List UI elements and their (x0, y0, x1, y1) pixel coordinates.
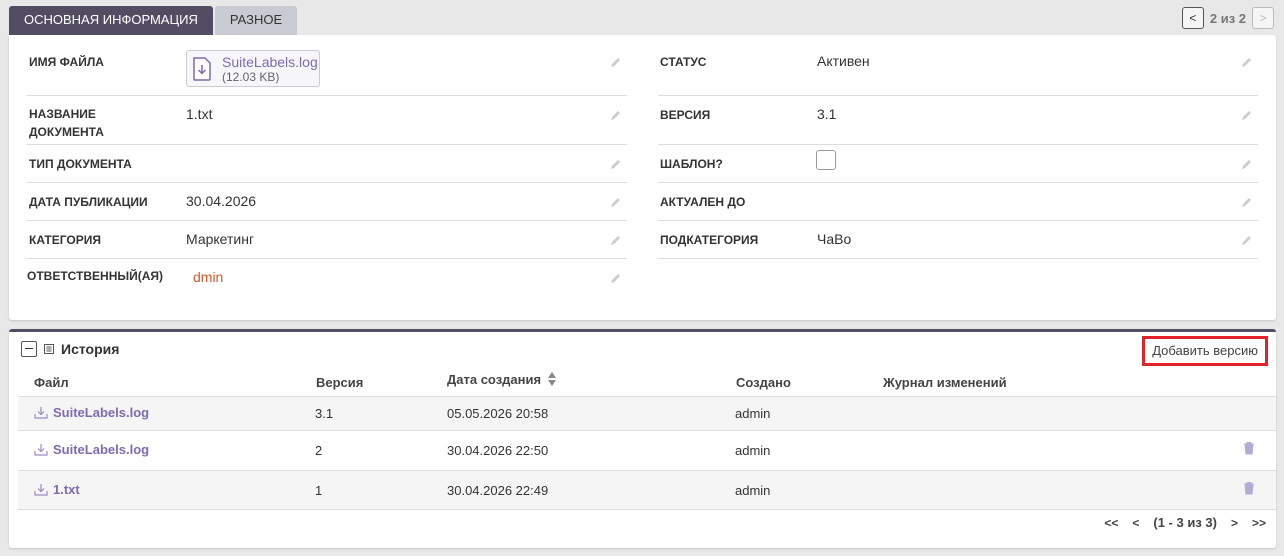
field-template: ШАБЛОН? (658, 144, 1258, 183)
page-range: (1 - 3 из 3) (1153, 515, 1217, 530)
version-cell: 2 (315, 443, 323, 458)
created-by-cell: admin (735, 406, 771, 421)
file-name-link[interactable]: SuiteLabels.log (222, 54, 318, 70)
field-version: ВЕРСИЯ 3.1 (658, 95, 1258, 145)
field-publication-date: ДАТА ПУБЛИКАЦИИ 30.04.2026 (27, 182, 627, 221)
document-icon (44, 344, 54, 354)
pencil-icon[interactable] (610, 57, 621, 68)
history-title: История (61, 341, 120, 357)
tab-misc[interactable]: РАЗНОЕ (214, 6, 298, 35)
file-link[interactable]: SuiteLabels.log (34, 405, 149, 420)
file-name: 1.txt (53, 482, 80, 497)
field-expiration-date: АКТУАЛЕН ДО (658, 182, 1258, 221)
field-value: ЧаВо (817, 231, 852, 247)
date-cell: 30.04.2026 22:49 (447, 483, 549, 498)
field-label: ШАБЛОН? (660, 157, 723, 171)
field-category: КАТЕГОРИЯ Маркетинг (27, 220, 627, 259)
pencil-icon[interactable] (610, 273, 621, 284)
field-label: ТИП ДОКУМЕНТА (29, 157, 132, 171)
pencil-icon[interactable] (1241, 159, 1252, 170)
record-count: 2 из 2 (1209, 10, 1246, 26)
last-page-button[interactable]: >> (1252, 516, 1266, 530)
field-value: 30.04.2026 (186, 193, 257, 209)
detail-panel: ИМЯ ФАЙЛА SuiteLabels.log (12.03 KB) НАЗ… (9, 35, 1276, 320)
column-header-created-by[interactable]: Создано (736, 375, 791, 390)
table-row: 1.txt 1 30.04.2026 22:49 admin (18, 471, 1276, 510)
version-cell: 1 (315, 483, 323, 498)
field-label: ОТВЕТСТВЕННЫЙ(АЯ) (27, 269, 164, 283)
file-link[interactable]: 1.txt (34, 482, 80, 497)
column-header-label: Дата создания (447, 371, 542, 387)
file-download-icon (193, 57, 211, 81)
column-header-date-created[interactable]: Дата создания (447, 371, 557, 387)
history-table-header: Файл Версия Дата создания Создано Журнал… (18, 370, 1276, 397)
trash-icon[interactable] (1243, 481, 1255, 495)
tab-main-info[interactable]: ОСНОВНАЯ ИНФОРМАЦИЯ (9, 6, 213, 35)
pencil-icon[interactable] (610, 197, 621, 208)
first-page-button[interactable]: << (1104, 516, 1118, 530)
file-name: SuiteLabels.log (53, 442, 150, 457)
record-pager: < 2 из 2 > (1181, 7, 1274, 29)
template-checkbox[interactable] (816, 150, 836, 170)
history-pager: << < (1 - 3 из 3) > >> (1104, 515, 1266, 530)
prev-page-button[interactable]: < (1132, 516, 1139, 530)
next-record-button[interactable]: > (1252, 7, 1274, 29)
field-file-name: ИМЯ ФАЙЛА SuiteLabels.log (12.03 KB) (27, 35, 627, 96)
next-page-button[interactable]: > (1231, 516, 1238, 530)
download-icon (34, 444, 48, 456)
field-subcategory: ПОДКАТЕГОРИЯ ЧаВо (658, 220, 1258, 259)
pencil-icon[interactable] (610, 110, 621, 121)
table-row: SuiteLabels.log 2 30.04.2026 22:50 admin (18, 431, 1276, 471)
field-label: ИМЯ ФАЙЛА (29, 55, 104, 69)
collapse-button[interactable] (21, 341, 37, 357)
version-cell: 3.1 (315, 406, 334, 421)
trash-icon[interactable] (1243, 441, 1255, 455)
field-label: СТАТУС (660, 55, 707, 69)
file-attachment[interactable]: SuiteLabels.log (12.03 KB) (186, 50, 320, 87)
pencil-icon[interactable] (1241, 110, 1252, 121)
field-label: НАЗВАНИЕ ДОКУМЕНТА (29, 107, 104, 139)
created-by-cell: admin (735, 443, 771, 458)
download-icon (34, 484, 48, 496)
table-row: SuiteLabels.log 3.1 05.05.2026 20:58 adm… (18, 397, 1276, 431)
field-document-type: ТИП ДОКУМЕНТА (27, 144, 627, 183)
add-version-button[interactable]: Добавить версию (1142, 336, 1268, 366)
field-value: 3.1 (817, 106, 837, 122)
date-cell: 30.04.2026 22:50 (447, 443, 549, 458)
history-header: История (21, 341, 119, 357)
file-size: (12.03 KB) (222, 70, 280, 84)
file-name: SuiteLabels.log (53, 405, 150, 420)
field-document-name: НАЗВАНИЕ ДОКУМЕНТА 1.txt (27, 95, 627, 145)
field-label: ДАТА ПУБЛИКАЦИИ (29, 195, 148, 209)
field-status: СТАТУС Активен (658, 35, 1258, 96)
field-label: ВЕРСИЯ (660, 108, 711, 122)
detail-tabs: ОСНОВНАЯ ИНФОРМАЦИЯ РАЗНОЕ (9, 6, 299, 35)
field-value: Активен (817, 53, 870, 69)
field-value: Маркетинг (186, 231, 255, 247)
sort-icon (548, 372, 557, 386)
file-link[interactable]: SuiteLabels.log (34, 442, 149, 457)
pencil-icon[interactable] (1241, 197, 1252, 208)
field-assigned-user: ОТВЕТСТВЕННЫЙ(АЯ) dmin (27, 258, 627, 296)
history-subpanel: История Добавить версию Файл Версия Дата… (9, 329, 1276, 548)
field-label: ПОДКАТЕГОРИЯ (660, 233, 759, 247)
pencil-icon[interactable] (610, 159, 621, 170)
pencil-icon[interactable] (1241, 235, 1252, 246)
created-by-cell: admin (735, 483, 771, 498)
download-icon (34, 407, 48, 419)
date-cell: 05.05.2026 20:58 (447, 406, 549, 421)
column-header-version[interactable]: Версия (316, 375, 363, 390)
column-header-change-log[interactable]: Журнал изменений (883, 375, 1007, 390)
prev-record-button[interactable]: < (1181, 7, 1204, 29)
column-header-file[interactable]: Файл (34, 375, 69, 390)
field-label: АКТУАЛЕН ДО (660, 195, 746, 209)
assigned-user-link[interactable]: dmin (193, 269, 223, 285)
field-label: КАТЕГОРИЯ (29, 233, 101, 247)
pencil-icon[interactable] (1241, 57, 1252, 68)
pencil-icon[interactable] (610, 235, 621, 246)
field-value: 1.txt (186, 106, 213, 122)
